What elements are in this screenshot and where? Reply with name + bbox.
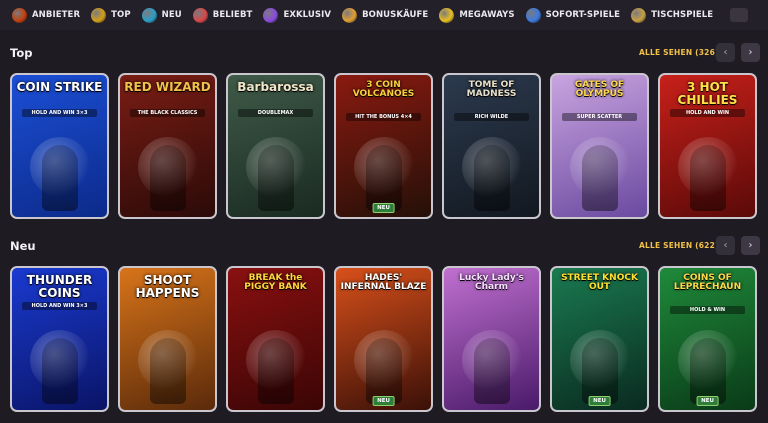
game-character <box>366 338 402 404</box>
game-tile[interactable]: SHOOT HAPPENS <box>118 266 217 412</box>
nav-item-label: EXKLUSIV <box>283 10 332 20</box>
game-character <box>42 338 78 404</box>
game-title: TOME OF MADNESS <box>466 80 517 100</box>
bonus-bag-icon <box>342 7 358 23</box>
nav-item-label: TISCHSPIELE <box>651 10 714 20</box>
nav-item-megaways[interactable]: MEGAWAYS <box>437 0 523 30</box>
game-title: HADES' INFERNAL BLAZE <box>340 273 427 293</box>
nav-item-label: MEGAWAYS <box>459 10 515 20</box>
neu-prev-button[interactable]: ‹ <box>716 236 735 255</box>
game-character <box>474 338 510 404</box>
game-tile[interactable]: RED WIZARD THE BLACK CLASSICS <box>118 73 217 219</box>
category-nav: ANBIETER TOP NEU BELIEBT EXKLUSIV BONUSKÄUFE M… <box>0 0 768 30</box>
game-character <box>366 145 402 211</box>
game-character <box>690 145 726 211</box>
game-tile[interactable]: Lucky Lady's Charm <box>442 266 541 412</box>
game-character <box>258 145 294 211</box>
game-title: STREET KNOCK OUT <box>561 273 638 293</box>
game-title: Lucky Lady's Charm <box>459 273 524 293</box>
table-games-icon <box>631 7 647 23</box>
game-title: SHOOT HAPPENS <box>135 273 200 300</box>
nav-item-tischspiele[interactable]: TISCHSPIELE <box>629 0 722 30</box>
new-badge: NEU <box>588 396 611 406</box>
see-all-neu-link[interactable]: ALLE SEHEN (622) <box>639 241 719 250</box>
game-tile[interactable]: BREAK the PIGGY BANK <box>226 266 325 412</box>
nav-item-label: ANBIETER <box>32 10 81 20</box>
game-subtitle: HOLD & WIN <box>670 306 745 314</box>
nav-item-anbieter[interactable]: ANBIETER <box>10 0 89 30</box>
nav-item-label: SOFORT-SPIELE <box>545 10 621 20</box>
nav-item-label: NEU <box>161 10 182 20</box>
game-title: THUNDER COINS <box>26 273 93 300</box>
top-next-button[interactable]: › <box>741 43 760 62</box>
game-tile[interactable]: 3 HOT CHILLIES HOLD AND WIN <box>658 73 757 219</box>
game-character <box>150 145 186 211</box>
section-title-top: Top <box>10 46 33 60</box>
top-prev-button[interactable]: ‹ <box>716 43 735 62</box>
game-character <box>150 338 186 404</box>
nav-item-label: BELIEBT <box>212 10 253 20</box>
game-character <box>258 338 294 404</box>
nav-item-neu[interactable]: NEU <box>140 0 191 30</box>
rocket-icon <box>192 7 208 23</box>
game-tile[interactable]: HADES' INFERNAL BLAZE NEU <box>334 266 433 412</box>
game-tile[interactable]: THUNDER COINS HOLD AND WIN 3×3 <box>10 266 109 412</box>
chevron-right-icon: › <box>748 240 753 251</box>
game-title: COINS OF LEPRECHAUN <box>673 273 742 293</box>
star-icon <box>91 7 107 23</box>
game-title: 3 HOT CHILLIES <box>677 80 738 107</box>
game-character <box>474 145 510 211</box>
section-title-neu: Neu <box>10 239 36 253</box>
nav-item-beliebt[interactable]: BELIEBT <box>191 0 262 30</box>
game-subtitle: SUPER SCATTER <box>562 113 637 121</box>
nav-item-top[interactable]: TOP <box>89 0 140 30</box>
chevron-left-icon: ‹ <box>723 47 728 58</box>
megaways-icon <box>439 7 455 23</box>
game-subtitle: HOLD AND WIN 3×3 <box>22 302 97 310</box>
game-tile[interactable]: GATES OF OLYMPUS SUPER SCATTER <box>550 73 649 219</box>
chevron-right-icon: › <box>748 47 753 58</box>
game-subtitle: HIT THE BONUS 4×4 <box>346 113 421 121</box>
new-badge: NEU <box>372 396 395 406</box>
game-title: Barbarossa <box>237 80 314 94</box>
game-tile[interactable]: COIN STRIKE HOLD AND WIN 3×3 <box>10 73 109 219</box>
instant-games-icon <box>525 7 541 23</box>
provider-icon <box>12 7 27 23</box>
game-character <box>582 338 618 404</box>
game-tile[interactable]: TOME OF MADNESS RICH WILDE <box>442 73 541 219</box>
nav-item-label: BONUSKÄUFE <box>362 10 429 20</box>
new-badge: NEU <box>372 203 395 213</box>
chevron-left-icon: ‹ <box>723 240 728 251</box>
nav-item-sofort-spiele[interactable]: SOFORT-SPIELE <box>524 0 629 30</box>
nav-item-label: TOP <box>111 10 131 20</box>
game-title: 3 COIN VOLCANOES <box>352 80 415 100</box>
game-subtitle: THE BLACK CLASSICS <box>130 109 205 117</box>
neu-next-button[interactable]: › <box>741 236 760 255</box>
game-title: GATES OF OLYMPUS <box>574 80 625 100</box>
game-title: BREAK the PIGGY BANK <box>244 273 307 293</box>
game-character <box>582 145 618 211</box>
game-character <box>690 338 726 404</box>
more-categories-icon[interactable] <box>730 8 749 22</box>
game-tile[interactable]: 3 COIN VOLCANOES HIT THE BONUS 4×4 NEU <box>334 73 433 219</box>
game-title: COIN STRIKE <box>16 80 103 94</box>
nav-item-bonuskäufe[interactable]: BONUSKÄUFE <box>340 0 437 30</box>
game-subtitle: DOUBLEMAX <box>238 109 313 117</box>
globe-icon <box>141 7 157 23</box>
neu-games-row: THUNDER COINS HOLD AND WIN 3×3 SHOOT HAPPE… <box>10 266 757 412</box>
game-subtitle: RICH WILDE <box>454 113 529 121</box>
top-games-row: COIN STRIKE HOLD AND WIN 3×3 RED WIZARD THE… <box>10 73 757 219</box>
new-badge: NEU <box>696 396 719 406</box>
game-title: RED WIZARD <box>124 80 211 94</box>
game-tile[interactable]: Barbarossa DOUBLEMAX <box>226 73 325 219</box>
nav-item-exklusiv[interactable]: EXKLUSIV <box>261 0 340 30</box>
game-subtitle: HOLD AND WIN <box>670 109 745 117</box>
see-all-top-link[interactable]: ALLE SEHEN (326) <box>639 48 719 57</box>
gem-icon <box>263 7 279 23</box>
game-character <box>42 145 78 211</box>
game-tile[interactable]: COINS OF LEPRECHAUN HOLD & WIN NEU <box>658 266 757 412</box>
game-subtitle: HOLD AND WIN 3×3 <box>22 109 97 117</box>
game-tile[interactable]: STREET KNOCK OUT NEU <box>550 266 649 412</box>
